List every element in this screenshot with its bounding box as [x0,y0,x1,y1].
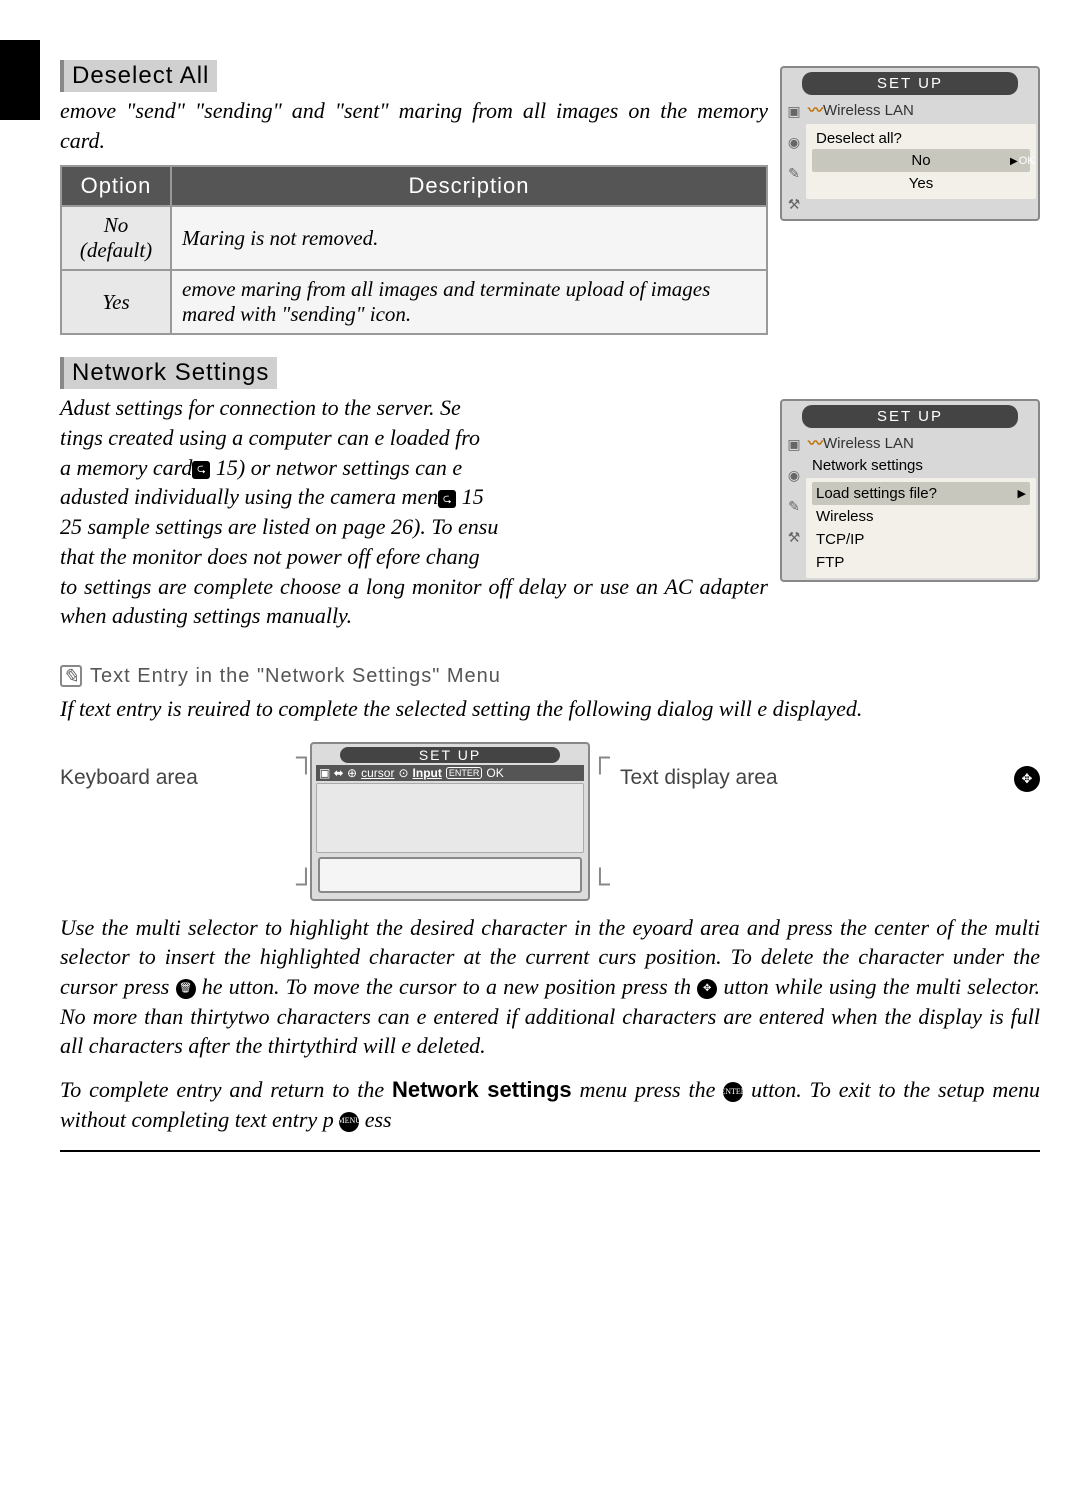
ok-indicator: OK [1010,155,1032,167]
pencil-note-icon: ✎ [60,665,82,687]
menu-button-icon: MENU [339,1112,359,1132]
camera-icon: ◉ [788,134,800,151]
cam2-row-ftp[interactable]: FTP [812,551,1030,574]
pencil-icon: ✎ [788,165,800,182]
cam2-breadcrumb: 〰Wireless LAN [806,430,1036,455]
cam-sidebar-icons: ▣ ◉ ✎ ⚒ [782,97,806,219]
note-heading: ✎ Text Entry in the "Network Settings" M… [60,665,501,688]
multi-selector-icon: ✥ [1014,766,1040,792]
page-ref-icon: ⮎ [438,490,456,508]
heading-deselect-all: Deselect All [60,60,217,92]
arrow-right-icon: ▶ [1018,487,1026,500]
cam1-row-yes[interactable]: Yes [812,172,1030,195]
usage-paragraph-1: Use the multi selector to highlight the … [60,913,1040,1061]
wrench-icon: ⚒ [788,529,801,546]
cam-sidebar-icons: ▣ ◉ ✎ ⚒ [782,430,806,580]
pencil-icon: ✎ [788,498,800,515]
opt-no-default: No (default) [61,206,171,270]
cam1-title: SET UP [802,72,1018,95]
cam2-row-load[interactable]: Load settings file?▶ [812,482,1030,505]
cam2-title: SET UP [802,405,1018,428]
page-side-tab [0,40,40,120]
cam2-subtitle: Network settings [806,455,1036,476]
th-option: Option [61,166,171,206]
keyboard-area[interactable] [316,783,584,853]
camera-menu-network: SET UP ▣ ◉ ✎ ⚒ 〰Wireless LAN Network set… [780,399,1040,582]
wrench-icon: ⚒ [788,196,801,213]
cam1-row-no[interactable]: No OK [812,149,1030,172]
cam1-prompt: Deselect all? [812,128,1030,149]
entry-hint-bar: ▣ ⬌ ⊕cursor ⊙Input ENTEROK [316,765,584,781]
bracket-left: ┐┘ [296,742,310,901]
delete-button-icon: 🗑 [176,979,196,999]
desc-yes: emove maring from all images and termina… [171,270,767,334]
keyboard-area-label: Keyboard area [60,742,280,790]
options-table: Option Description No (default) Maring i… [60,165,768,335]
center-button-icon: ✥ [697,979,717,999]
network-body-text: Adust settings for connection to the ser… [60,393,768,631]
play-icon: ▣ [787,436,800,453]
heading-network-settings: Network Settings [60,357,277,389]
footer-rule [60,1150,1040,1152]
text-entry-screen: SET UP ▣ ⬌ ⊕cursor ⊙Input ENTEROK [310,742,590,901]
usage-paragraph-2: To complete entry and return to the Netw… [60,1075,1040,1134]
desc-no: Maring is not removed. [171,206,767,270]
text-display-area[interactable] [318,857,582,893]
cam1-breadcrumb: 〰Wireless LAN [806,97,1036,122]
th-description: Description [171,166,767,206]
opt-yes: Yes [61,270,171,334]
camera-icon: ◉ [788,467,800,484]
page-ref-icon: ⮎ [192,461,210,479]
deselect-intro-text: emove "send" "sending" and "sent" maring… [60,96,768,155]
enter-button-icon: ENTER [723,1082,743,1102]
note-intro: If text entry is reuired to complete the… [60,694,1040,724]
camera-menu-deselect: SET UP ▣ ◉ ✎ ⚒ 〰Wireless LAN Deselect al… [780,66,1040,221]
bracket-right: ┌└ [590,742,604,901]
cam2-row-wireless[interactable]: Wireless [812,505,1030,528]
play-icon: ▣ [787,103,800,120]
text-display-label: Text display area [620,766,778,790]
cam2-row-tcpip[interactable]: TCP/IP [812,528,1030,551]
entry-title: SET UP [340,747,560,763]
